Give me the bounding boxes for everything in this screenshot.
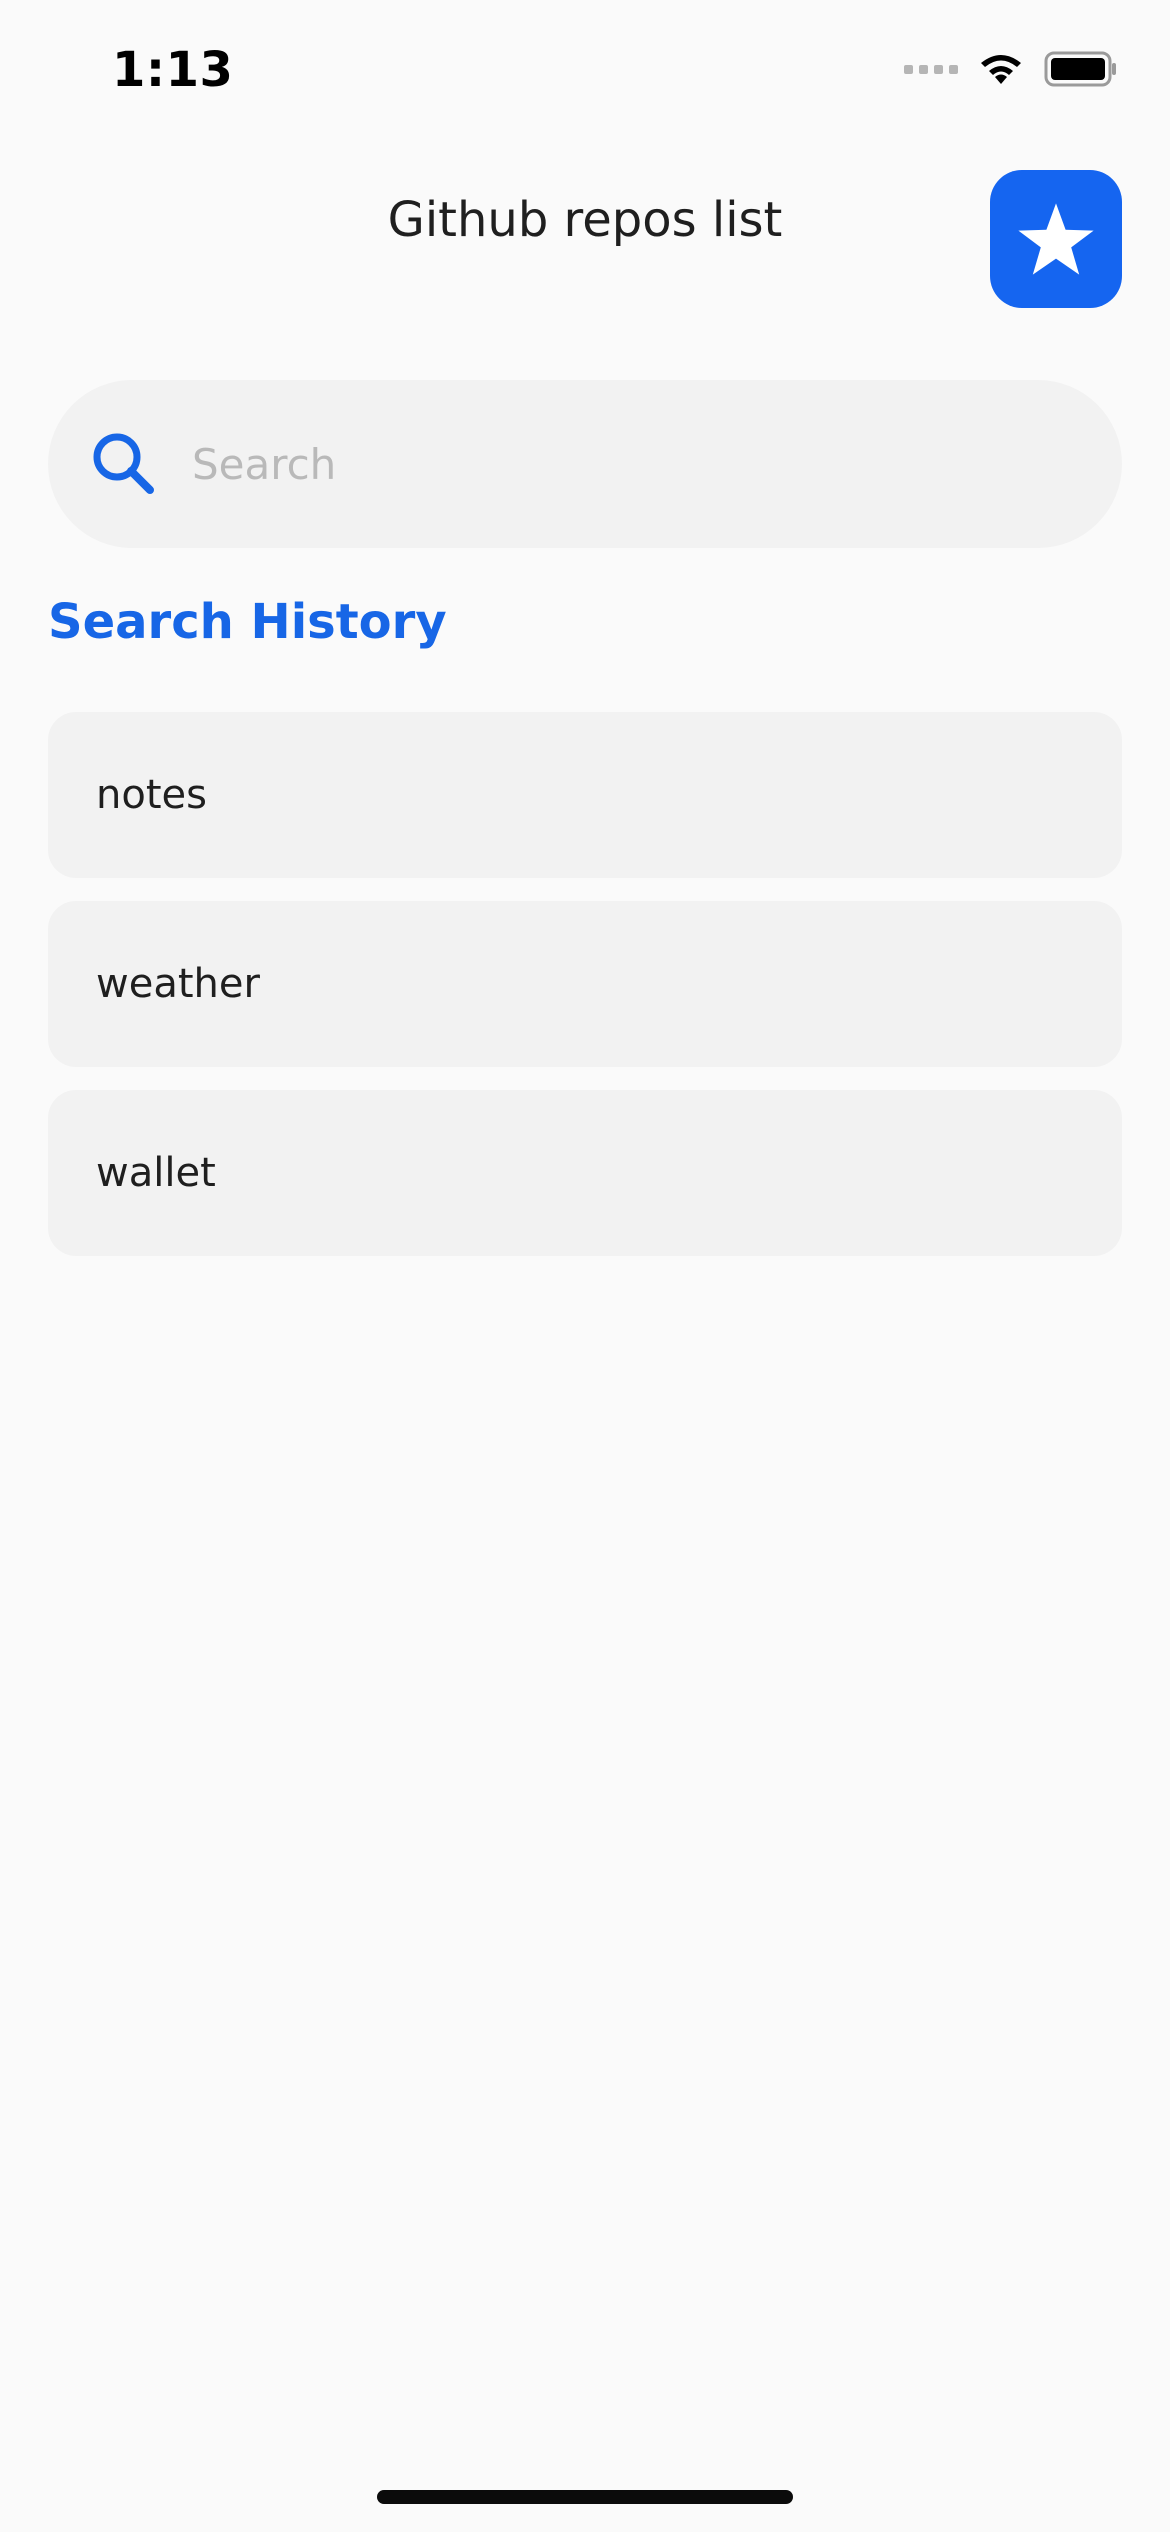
history-item-label: weather <box>96 961 260 1007</box>
home-indicator[interactable] <box>377 2490 793 2504</box>
history-item-notes[interactable]: notes <box>48 712 1122 878</box>
favorites-button[interactable] <box>990 170 1122 308</box>
history-item-label: notes <box>96 772 207 818</box>
status-time: 1:13 <box>112 42 234 98</box>
cellular-signal-icon <box>904 64 958 74</box>
status-bar: 1:13 <box>0 0 1170 140</box>
search-input[interactable] <box>192 380 1072 548</box>
battery-icon <box>1044 51 1116 87</box>
search-history-list: notes weather wallet <box>48 712 1122 1279</box>
history-item-label: wallet <box>96 1150 216 1196</box>
search-bar[interactable] <box>48 380 1122 548</box>
search-icon <box>93 433 154 494</box>
wifi-icon <box>981 55 1021 84</box>
history-item-weather[interactable]: weather <box>48 901 1122 1067</box>
search-history-title: Search History <box>48 594 447 650</box>
star-icon <box>1018 203 1094 275</box>
status-icons <box>904 50 1118 88</box>
history-item-wallet[interactable]: wallet <box>48 1090 1122 1256</box>
